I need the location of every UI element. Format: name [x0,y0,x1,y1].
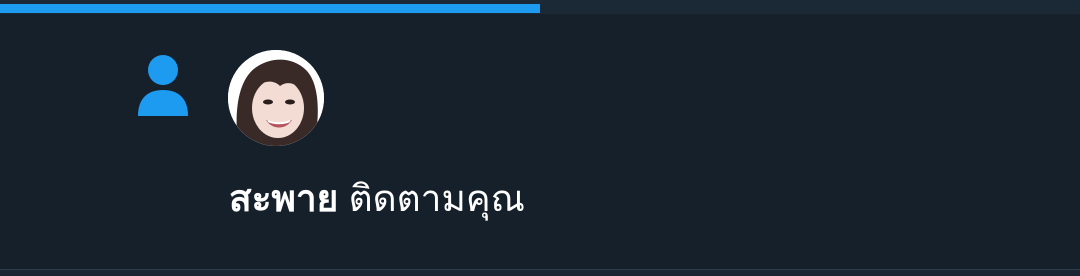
avatar-photo [228,50,324,146]
loading-progress-bar [0,0,1080,14]
notification-action-text: ติดตามคุณ [348,178,525,219]
person-icon [138,55,188,116]
notification-screen: สะพาย ติดตามคุณ [0,0,1080,276]
loading-progress-fill [0,4,540,13]
list-divider [0,269,1080,276]
avatar[interactable] [228,50,324,146]
notification-user-name[interactable]: สะพาย [229,178,338,219]
notification-text: สะพาย ติดตามคุณ [229,176,525,222]
